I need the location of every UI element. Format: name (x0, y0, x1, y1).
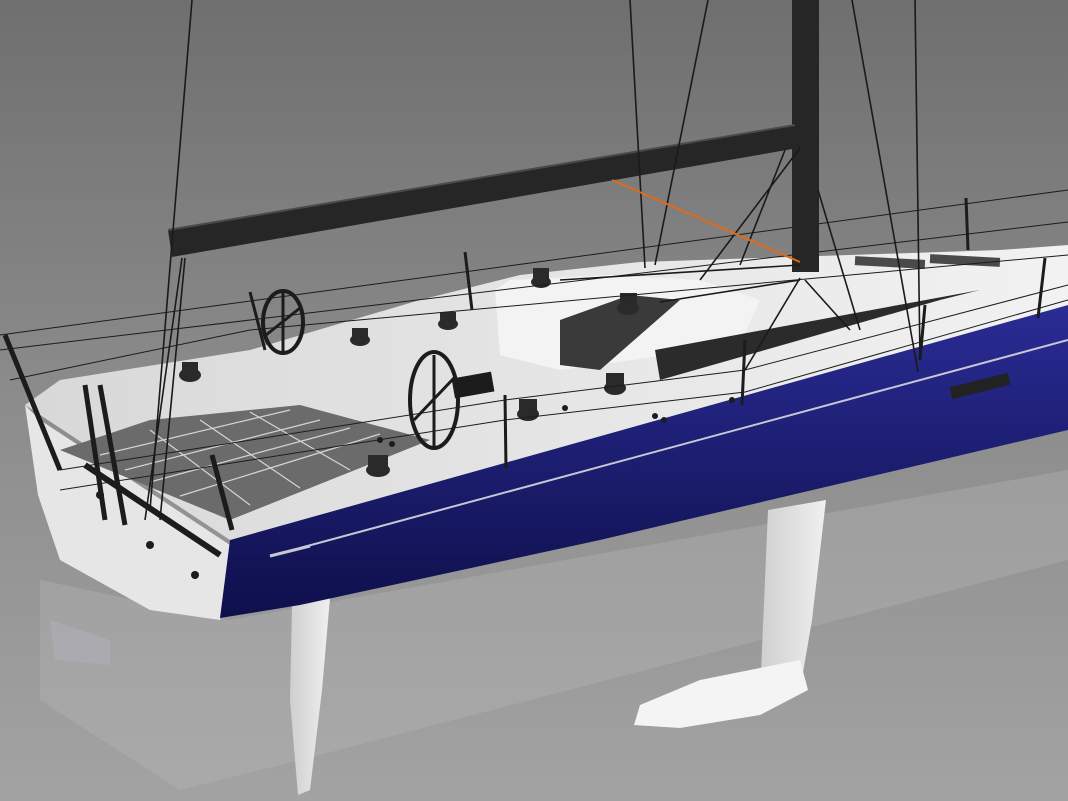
yacht-render (0, 0, 1068, 801)
